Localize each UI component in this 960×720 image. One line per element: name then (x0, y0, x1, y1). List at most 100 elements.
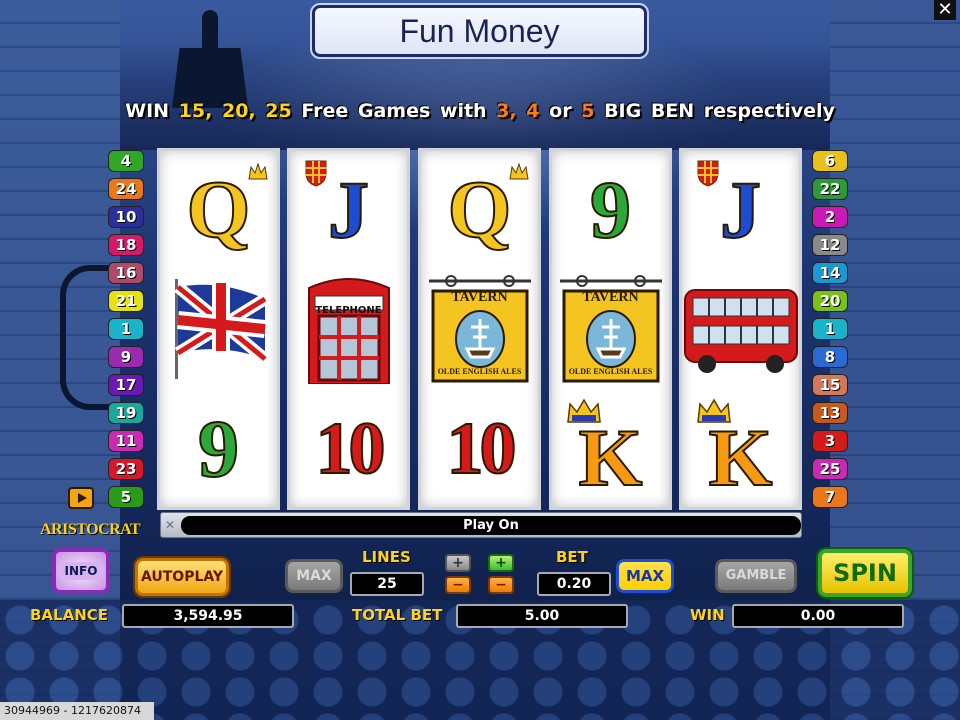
payline-indicator[interactable]: 10 (108, 206, 144, 228)
payline-indicator[interactable]: 2 (812, 206, 848, 228)
bet-value: 0.20 (537, 572, 611, 596)
payline-indicator[interactable]: 13 (812, 402, 848, 424)
symbol-queen: Q (421, 151, 538, 269)
payline-indicator[interactable]: 17 (108, 374, 144, 396)
lamp-bracket (60, 265, 110, 410)
crown-icon (567, 398, 601, 423)
max-bet-button[interactable]: MAX (616, 559, 674, 593)
lines-label: LINES (362, 548, 411, 566)
reel-4: 9 TAVERN OLDE ENGLISH ALES K (549, 148, 672, 510)
payline-indicator[interactable]: 21 (108, 290, 144, 312)
max-lines-button[interactable]: MAX (285, 559, 343, 593)
ten-number: 10 (446, 408, 518, 490)
lines-decrease-button[interactable]: − (445, 576, 471, 594)
payline-indicator[interactable]: 18 (108, 234, 144, 256)
shield-icon (697, 160, 719, 187)
symbol-nine: 9 (552, 151, 669, 269)
autoplay-button[interactable]: AUTOPLAY (133, 556, 231, 598)
symbol-king: K (552, 390, 669, 508)
info-button[interactable]: INFO (52, 548, 110, 594)
payline-indicator[interactable]: 23 (108, 458, 144, 480)
spin-button[interactable]: SPIN (816, 547, 914, 599)
payline-indicator[interactable]: 1 (812, 318, 848, 340)
payline-indicator[interactable]: 25 (812, 458, 848, 480)
reel-5: J K (679, 148, 802, 510)
tavern-sign-label: TAVERN (582, 290, 639, 305)
street-lamp (150, 10, 270, 110)
total-bet-label: TOTAL BET (352, 606, 443, 624)
symbol-jack: J (682, 151, 799, 269)
play-icon[interactable] (68, 487, 94, 509)
payline-indicator[interactable]: 12 (812, 234, 848, 256)
telephone-booth-icon (307, 278, 390, 384)
game-title: Fun Money (310, 3, 649, 59)
queen-letter: Q (447, 164, 513, 255)
payline-indicator[interactable]: 11 (108, 430, 144, 452)
tavern-sign-subtitle: OLDE ENGLISH ALES (568, 367, 653, 376)
payline-indicator[interactable]: 7 (812, 486, 848, 508)
payline-indicator[interactable]: 3 (812, 430, 848, 452)
session-id: 30944969 - 1217620874 (0, 702, 154, 720)
payline-indicator[interactable]: 19 (108, 402, 144, 424)
queen-letter: Q (186, 164, 252, 255)
tavern-sign-label: TAVERN (451, 290, 508, 305)
payline-indicator[interactable]: 15 (812, 374, 848, 396)
payline-indicator[interactable]: 6 (812, 150, 848, 172)
tavern-sign-subtitle: OLDE ENGLISH ALES (437, 367, 522, 376)
payline-indicator[interactable]: 1 (108, 318, 144, 340)
king-letter: K (708, 412, 774, 503)
crown-icon (248, 162, 268, 180)
banner-games-15: 15, (178, 100, 213, 122)
banner-win-word: WIN (125, 100, 170, 122)
payline-indicator[interactable]: 20 (812, 290, 848, 312)
lines-value: 25 (350, 572, 424, 596)
reel-1: Q 9 (157, 148, 280, 510)
aristocrat-logo: ARISTOCRAT (40, 521, 141, 538)
payline-indicator[interactable]: 22 (812, 178, 848, 200)
bet-decrease-button[interactable]: − (488, 576, 514, 594)
right-payline-indicators: 6 22 2 12 14 20 1 8 15 13 3 25 7 (812, 150, 852, 514)
payline-indicator[interactable]: 24 (108, 178, 144, 200)
bet-increase-button[interactable]: + (488, 554, 514, 572)
win-label: WIN (690, 606, 725, 624)
banner-or-text: or (549, 100, 572, 122)
shield-icon (305, 160, 327, 187)
ten-number: 10 (315, 408, 387, 490)
jack-letter: J (327, 164, 370, 255)
crown-icon (509, 162, 529, 180)
lines-increase-button[interactable]: + (445, 554, 471, 572)
symbol-ten: 10 (421, 390, 538, 508)
balance-label: BALANCE (30, 606, 109, 624)
reel-area: Q 9 J TELEPHONE 10 Q TAVERN OLDE ENGLISH… (157, 148, 802, 510)
payline-indicator[interactable]: 8 (812, 346, 848, 368)
payline-indicator[interactable]: 4 (108, 150, 144, 172)
payline-indicator[interactable]: 9 (108, 346, 144, 368)
close-button[interactable]: ✕ (934, 0, 956, 20)
payline-indicator[interactable]: 16 (108, 262, 144, 284)
symbol-telephone-booth: TELEPHONE (290, 270, 407, 388)
reel-3: Q TAVERN OLDE ENGLISH ALES 10 (418, 148, 541, 510)
symbol-jack: J (290, 151, 407, 269)
symbol-tavern-sign: TAVERN OLDE ENGLISH ALES (552, 270, 669, 388)
bet-label: BET (556, 548, 588, 566)
status-message: Play On (181, 516, 801, 535)
banner-count-4: 4 (526, 100, 540, 122)
gamble-button[interactable]: GAMBLE (715, 559, 797, 593)
symbol-tavern-sign: TAVERN OLDE ENGLISH ALES (421, 270, 538, 388)
symbol-queen: Q (160, 151, 277, 269)
king-letter: K (578, 412, 644, 503)
payline-indicator[interactable]: 5 (108, 486, 144, 508)
union-jack-flag-icon (173, 279, 267, 379)
free-games-banner: WIN 15, 20, 25 Free Games with 3, 4 or 5… (0, 98, 960, 124)
banner-games-20: 20, (221, 100, 256, 122)
banner-count-3: 3, (496, 100, 517, 122)
total-bet-value: 5.00 (456, 604, 628, 628)
win-value: 0.00 (732, 604, 904, 628)
symbol-nine: 9 (160, 390, 277, 508)
symbol-double-decker-bus (682, 270, 799, 388)
payline-indicator[interactable]: 14 (812, 262, 848, 284)
banner-games-25: 25 (265, 100, 292, 122)
banner-count-5: 5 (581, 100, 595, 122)
status-bar: ✕ Play On (160, 512, 802, 538)
collapse-icon[interactable]: ✕ (165, 518, 175, 532)
